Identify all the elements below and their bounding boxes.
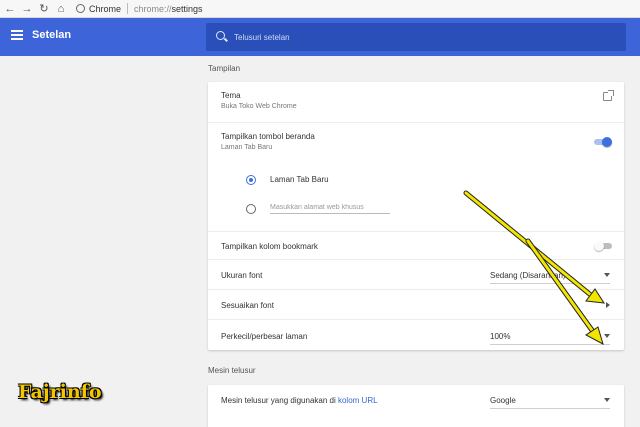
chevron-down-icon[interactable]: [604, 334, 610, 338]
search-engine-underline: [490, 408, 610, 409]
chevron-right-icon[interactable]: [606, 302, 610, 308]
customize-fonts-row[interactable]: Sesuaikan font: [208, 289, 624, 319]
browser-toolbar: ← → ↻ ⌂ Chrome chrome:// settings: [0, 0, 640, 18]
font-size-select[interactable]: Sedang (Disarankan): [490, 271, 566, 280]
search-input[interactable]: [234, 29, 614, 45]
search-engine-row[interactable]: Mesin telusur yang digunakan di kolom UR…: [208, 385, 624, 415]
custom-url-field[interactable]: [270, 202, 390, 214]
search-box[interactable]: [206, 23, 626, 51]
url-path[interactable]: settings: [172, 4, 203, 14]
chrome-page-icon[interactable]: [76, 4, 85, 13]
customize-fonts-label: Sesuaikan font: [221, 301, 274, 310]
section-title-search-engine: Mesin telusur: [208, 366, 256, 375]
zoom-label: Perkecil/perbesar laman: [221, 332, 308, 341]
external-link-icon[interactable]: [603, 90, 614, 101]
home-button-row[interactable]: Tampilkan tombol beranda Laman Tab Baru: [208, 122, 624, 162]
bookmark-bar-label: Tampilkan kolom bookmark: [221, 242, 318, 251]
url-bar-link[interactable]: kolom URL: [338, 396, 378, 405]
home-button-toggle[interactable]: [594, 137, 612, 147]
search-engine-select[interactable]: Google: [490, 396, 516, 405]
address-chip-label[interactable]: Chrome: [89, 4, 121, 14]
font-size-label: Ukuran font: [221, 271, 263, 280]
chevron-down-icon[interactable]: [604, 398, 610, 402]
radio-new-tab-label[interactable]: Laman Tab Baru: [270, 175, 329, 184]
search-engine-card: Mesin telusur yang digunakan di kolom UR…: [208, 385, 624, 427]
radio-new-tab[interactable]: [246, 175, 256, 185]
home-page-options: Laman Tab Baru: [208, 162, 624, 228]
font-size-underline: [490, 283, 610, 284]
url-scheme[interactable]: chrome://: [134, 4, 172, 14]
search-engine-label-prefix: Mesin telusur yang digunakan di: [221, 396, 336, 405]
font-size-row[interactable]: Ukuran font Sedang (Disarankan): [208, 259, 624, 289]
bookmark-bar-row[interactable]: Tampilkan kolom bookmark: [208, 231, 624, 259]
search-engine-label: Mesin telusur yang digunakan di kolom UR…: [221, 396, 378, 405]
theme-sub: Buka Toko Web Chrome: [221, 103, 297, 110]
menu-icon[interactable]: [11, 30, 23, 40]
settings-header: Setelan: [0, 18, 640, 56]
home-button-sub: Laman Tab Baru: [221, 144, 273, 151]
chevron-down-icon[interactable]: [604, 273, 610, 277]
back-arrow-icon[interactable]: ←: [3, 0, 17, 18]
bookmark-bar-toggle[interactable]: [594, 241, 612, 251]
theme-row[interactable]: Tema Buka Toko Web Chrome: [208, 82, 624, 122]
home-icon[interactable]: ⌂: [54, 0, 68, 18]
appearance-card: Tema Buka Toko Web Chrome Tampilkan tomb…: [208, 82, 624, 350]
theme-label: Tema: [221, 91, 241, 100]
reload-icon[interactable]: ↻: [37, 0, 51, 18]
search-icon: [216, 31, 225, 40]
address-separator: [127, 3, 129, 14]
page-title: Setelan: [32, 29, 72, 41]
zoom-underline: [490, 344, 610, 345]
watermark-logo: Fajrinfo: [18, 381, 102, 403]
forward-arrow-icon[interactable]: →: [20, 0, 34, 18]
home-button-label: Tampilkan tombol beranda: [221, 132, 315, 141]
zoom-row[interactable]: Perkecil/perbesar laman 100%: [208, 319, 624, 350]
section-title-appearance: Tampilan: [208, 64, 241, 73]
radio-custom-url[interactable]: [246, 204, 256, 214]
zoom-select[interactable]: 100%: [490, 332, 510, 341]
